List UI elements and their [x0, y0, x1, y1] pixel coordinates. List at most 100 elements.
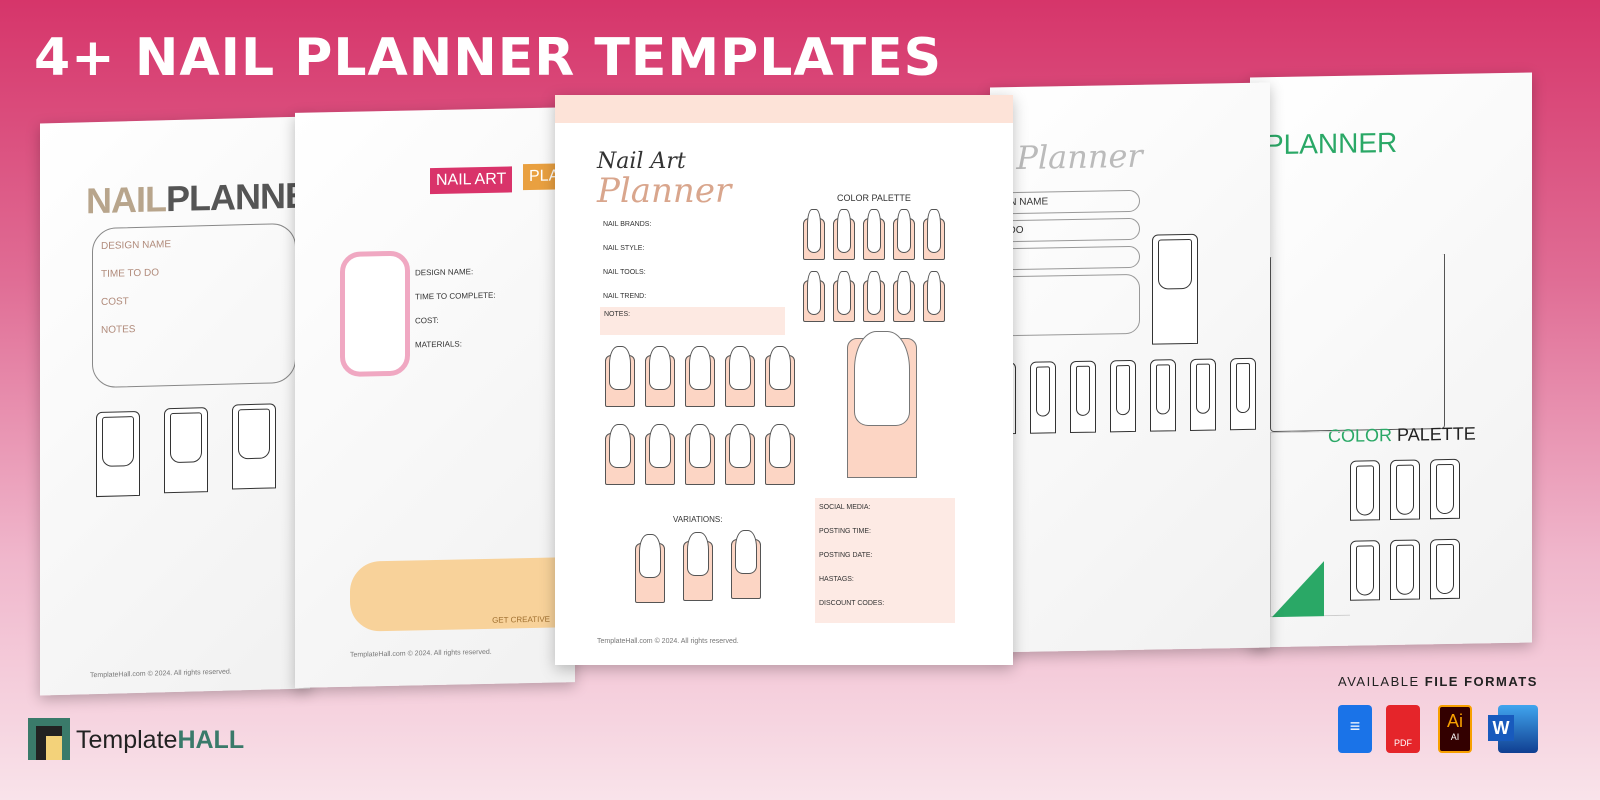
nail-illustration — [893, 271, 915, 322]
google-docs-icon: ≡ — [1338, 705, 1372, 753]
field-label: NAIL TREND: — [603, 293, 647, 300]
template-preview-4: l Planner SIGN NAME TO DO S — [985, 82, 1270, 653]
script-title-planner: Planner — [597, 171, 732, 211]
color-palette-title: COLOR PALETTE — [1328, 424, 1476, 448]
large-nail — [847, 331, 917, 478]
creative-banner: GET CREATIVE — [350, 556, 590, 632]
nail-illustration — [605, 346, 635, 407]
templatehall-logo-icon — [28, 718, 70, 760]
tab-nail-art: NAIL ART — [430, 166, 513, 195]
palette-word-palette: PALETTE — [1397, 423, 1476, 445]
nail-illustration — [1350, 540, 1380, 601]
word-icon: W — [1488, 705, 1538, 753]
nail-illustration — [1430, 538, 1460, 600]
field-label: COST: — [415, 315, 439, 326]
nail-illustration — [1350, 460, 1380, 521]
nail-illustration — [833, 271, 855, 322]
field-label: TIME TO DO — [101, 267, 159, 280]
template-preview-3: Nail Art Planner NAIL BRANDS: NAIL STYLE… — [555, 95, 1013, 665]
brand-name: Template — [76, 726, 178, 754]
field-label: SOCIAL MEDIA: — [819, 504, 871, 511]
field-label: TIME TO COMPLETE: — [415, 290, 496, 302]
nail-outline — [232, 403, 276, 490]
nail-illustration — [1390, 539, 1420, 601]
nail-illustration — [1030, 361, 1056, 434]
nail-illustration — [1230, 357, 1256, 431]
template-preview-2: NAIL ART PLA DESIGN NAME: TIME TO COMPLE… — [295, 107, 590, 688]
variation-nail — [635, 534, 665, 603]
color-palette-label: COLOR PALETTE — [837, 193, 911, 203]
page1-title-nail: NAIL — [86, 178, 166, 222]
nail-row — [990, 83, 1270, 435]
social-box: SOCIAL MEDIA: POSTING TIME: POSTING DATE… — [815, 498, 955, 623]
variation-nail — [731, 530, 761, 599]
templatehall-logo: TemplateHALL — [76, 726, 244, 755]
nail-illustration — [645, 346, 675, 407]
nail-outline — [96, 410, 140, 498]
field-label: COST — [101, 296, 129, 308]
nail-illustration — [1190, 358, 1216, 431]
template-preview-5: PLANNER COLOR PALETTE — [1250, 72, 1532, 648]
field-label: HASTAGS: — [819, 576, 854, 583]
ai-label: AI — [1450, 732, 1460, 742]
field-label: MATERIALS: — [415, 339, 462, 350]
nail-illustration — [1430, 458, 1460, 520]
nail-outline — [164, 407, 208, 494]
word-glyph: W — [1488, 715, 1514, 741]
field-label: NAIL BRANDS: — [603, 221, 652, 228]
template-preview-1: NAILPLANNER DESIGN NAME TIME TO DO COST … — [40, 116, 333, 696]
field-label: DESIGN NAME: — [415, 267, 474, 278]
nail-illustration — [1150, 359, 1176, 432]
headline: 4+ NAIL PLANNER TEMPLATES — [34, 28, 943, 88]
green-corner — [1272, 561, 1324, 618]
variations-label: VARIATIONS: — [673, 515, 723, 524]
brand-name-bold: HALL — [177, 726, 245, 754]
nail-illustration — [863, 209, 885, 260]
finger-illustration — [340, 250, 410, 377]
planner-title: PLANNER — [1265, 126, 1398, 161]
notes-label: NOTES: — [604, 311, 631, 318]
nail-illustration — [765, 346, 795, 407]
fields-box: DESIGN NAME TIME TO DO COST NOTES — [92, 222, 296, 389]
banner-text: GET CREATIVE — [492, 614, 550, 625]
palette-nails — [1250, 73, 1532, 601]
nail-illustration — [863, 271, 885, 322]
nail-illustration — [645, 424, 675, 485]
nail-illustration — [765, 424, 795, 485]
ai-glyph: Ai — [1446, 711, 1463, 731]
nail-illustration — [1110, 359, 1136, 433]
field-label: POSTING TIME: — [819, 528, 871, 535]
field-label: POSTING DATE: — [819, 552, 873, 559]
illustrator-icon: Ai AI — [1438, 705, 1472, 753]
field-label: NOTES — [101, 324, 136, 336]
nail-illustration — [923, 271, 945, 322]
nail-illustration — [1070, 360, 1096, 434]
hand-illustration — [1270, 254, 1445, 433]
pdf-icon: PDF — [1386, 705, 1420, 753]
nail-illustration — [1390, 459, 1420, 521]
variation-nail — [683, 532, 713, 601]
file-formats-label: AVAILABLE FILE FORMATS — [1338, 674, 1538, 689]
field-label: DISCOUNT CODES: — [819, 600, 885, 607]
field-label: DESIGN NAME — [101, 239, 172, 252]
nail-illustration — [803, 209, 825, 260]
nail-illustration — [833, 209, 855, 260]
label-available: AVAILABLE — [1338, 674, 1420, 689]
nail-illustration — [803, 271, 825, 322]
field-label: NAIL TOOLS: — [603, 269, 646, 276]
nail-illustration — [893, 209, 915, 260]
script-title: l Planner — [996, 136, 1143, 178]
nail-illustration — [725, 346, 755, 407]
field-label: NAIL STYLE: — [603, 245, 645, 252]
footer: TemplateHall.com © 2024. All rights rese… — [597, 638, 739, 645]
nail-illustration — [685, 424, 715, 485]
footer: TemplateHall.com © 2024. All rights rese… — [350, 648, 492, 659]
label-file-formats: FILE FORMATS — [1424, 674, 1538, 689]
nail-illustration — [725, 424, 755, 485]
footer: TemplateHall.com © 2024. All rights rese… — [90, 668, 232, 680]
nail-illustration — [923, 209, 945, 260]
nail-illustration — [685, 346, 715, 407]
notes-box: NOTES: — [600, 307, 785, 335]
nail-illustration — [605, 424, 635, 485]
nail-outline — [1152, 233, 1198, 345]
